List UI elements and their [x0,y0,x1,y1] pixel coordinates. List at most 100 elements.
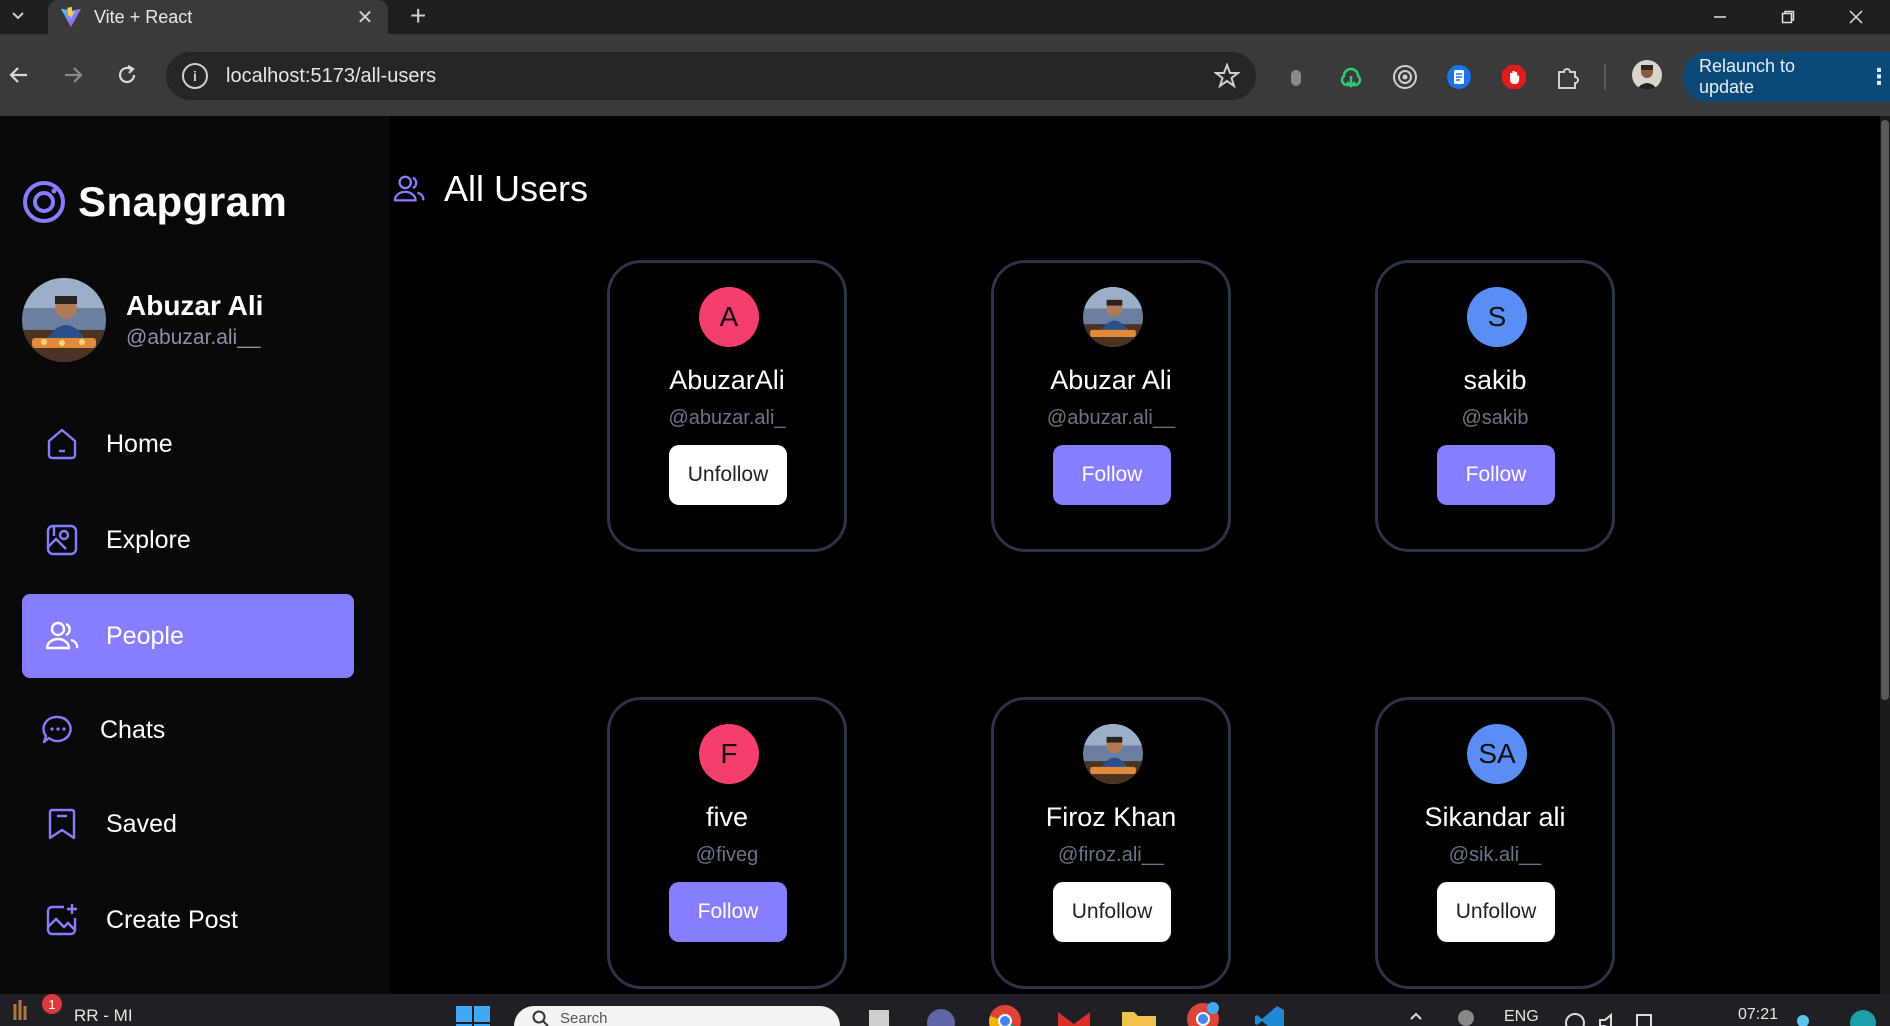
site-info-icon[interactable]: i [182,63,208,89]
notification-dot-icon[interactable] [1796,1014,1810,1026]
user-handle: @fiveg [695,844,759,866]
scrollbar-thumb[interactable] [1881,120,1889,700]
start-button[interactable] [456,1006,490,1026]
chat-icon [42,715,72,744]
left-sidebar: Snapgram Abuzar Ali @abuzar.ali__ Home E… [0,116,390,994]
back-button[interactable] [2,58,36,92]
close-tab-icon[interactable]: ✕ [354,5,376,30]
user-handle: @firoz.ali__ [1058,844,1164,866]
user-card[interactable]: S sakib @sakib Follow [1375,260,1615,552]
user-avatar[interactable]: SA [1467,724,1527,784]
unfollow-button[interactable]: Unfollow [1053,882,1171,942]
extension-gray-icon[interactable] [1283,64,1309,90]
user-name: sakib [1463,365,1527,395]
sidebar-item-saved[interactable]: Saved [22,782,354,866]
window-controls [1686,0,1890,34]
follow-button[interactable]: Follow [1437,445,1555,505]
tab-title: Vite + React [94,6,193,27]
user-card[interactable]: Firoz Khan @firoz.ali__ Unfollow [991,697,1231,989]
network-icon[interactable] [1564,1012,1586,1026]
tray-app-icon[interactable] [1456,1008,1476,1026]
user-card[interactable]: Abuzar Ali @abuzar.ali__ Follow [991,260,1231,552]
taskbar-app-teams[interactable] [926,1008,956,1026]
gmail-icon [1058,1012,1090,1026]
people-icon [45,621,79,650]
taskbar-app-gmail[interactable] [1056,1008,1092,1026]
sidebar-item-chats[interactable]: Chats [22,688,354,772]
extension-adblock-icon[interactable] [1501,64,1527,90]
sidebar-item-people[interactable]: People [22,594,354,678]
create-post-icon [46,904,77,936]
sidebar-profile[interactable]: Abuzar Ali @abuzar.ali__ [22,278,263,362]
minimize-button[interactable] [1686,0,1754,34]
clock-time[interactable]: 07:21 [1738,1006,1778,1024]
sidebar-item-home[interactable]: Home [22,402,354,486]
extension-docs-icon[interactable] [1446,64,1472,90]
profile-avatar[interactable] [22,278,106,362]
user-name: AbuzarAli [669,365,785,395]
relaunch-button[interactable]: Relaunch to update ⋮ [1683,52,1890,102]
extension-record-icon[interactable] [1392,64,1418,90]
taskbar-app-chrome[interactable] [988,1004,1022,1026]
tab-search-button[interactable] [6,4,30,28]
taskbar-app-files[interactable] [866,1008,892,1026]
app-root: Snapgram Abuzar Ali @abuzar.ali__ Home E… [0,116,1890,994]
user-avatar-photo[interactable] [1083,724,1143,784]
notification-badge: 1 [42,994,62,1014]
profile-handle: @abuzar.ali__ [126,326,261,349]
user-handle: @abuzar.ali_ [668,407,786,429]
sidebar-item-label: People [106,621,184,650]
browser-profile-avatar[interactable] [1632,60,1662,90]
browser-tab[interactable]: Vite + React ✕ [48,0,388,34]
taskbar-search[interactable]: Search [514,1006,840,1026]
bookmark-star-icon[interactable] [1214,63,1240,89]
battery-icon[interactable] [1634,1012,1656,1026]
follow-button[interactable]: Follow [1053,445,1171,505]
extension-green-icon[interactable] [1338,64,1364,90]
user-card[interactable]: F five @fiveg Follow [607,697,847,989]
page-scrollbar[interactable] [1880,116,1890,994]
new-tab-button[interactable]: + [410,1,426,31]
restore-button[interactable] [1754,0,1822,34]
user-handle: @sakib [1461,407,1529,429]
page-title: All Users [444,168,589,209]
taskbar-app-explorer[interactable] [1120,1008,1158,1026]
minimize-icon [1714,16,1726,18]
chrome-icon [989,1005,1021,1026]
close-window-button[interactable] [1822,0,1890,34]
forward-button[interactable] [56,58,90,92]
user-avatar[interactable]: S [1467,287,1527,347]
copilot-icon[interactable] [1848,1008,1878,1026]
windows-taskbar: 1 RR - MI Search ENG 07:21 [0,994,1890,1026]
user-avatar[interactable]: A [699,287,759,347]
sidebar-item-label: Create Post [106,905,239,934]
tray-overflow-icon[interactable] [1408,1008,1424,1026]
taskbar-app-chrome-profile[interactable] [1186,1002,1220,1026]
user-avatar[interactable]: F [699,724,759,784]
brand-name: Snapgram [78,178,288,225]
taskbar-app-vscode[interactable] [1254,1004,1286,1026]
unfollow-button[interactable]: Unfollow [669,445,787,505]
sidebar-item-explore[interactable]: Explore [22,498,354,582]
user-name: Sikandar ali [1424,802,1566,832]
unfollow-button[interactable]: Unfollow [1437,882,1555,942]
volume-icon[interactable] [1598,1012,1622,1026]
user-avatar-photo[interactable] [1083,287,1143,347]
sidebar-item-create-post[interactable]: Create Post [22,878,354,962]
url-text[interactable]: localhost:5173/all-users [226,65,1214,88]
language-indicator[interactable]: ENG [1504,1008,1539,1026]
address-bar[interactable]: i localhost:5173/all-users [166,52,1256,100]
reload-button[interactable] [110,58,144,92]
user-card[interactable]: SA Sikandar ali @sik.ali__ Unfollow [1375,697,1615,989]
chrome-icon [1187,1002,1219,1026]
user-card[interactable]: A AbuzarAli @abuzar.ali_ Unfollow [607,260,847,552]
main-content: All Users A AbuzarAli @abuzar.ali_ Unfol… [390,116,1890,994]
relaunch-label: Relaunch to update [1699,56,1796,97]
more-vert-icon[interactable]: ⋮ [1868,64,1890,90]
restore-icon [1781,10,1795,24]
follow-button[interactable]: Follow [669,882,787,942]
user-name: five [705,802,749,832]
brand-logo[interactable]: Snapgram [22,178,287,226]
widgets-button[interactable]: 1 RR - MI [12,994,133,1026]
extensions-puzzle-icon[interactable] [1555,64,1581,90]
